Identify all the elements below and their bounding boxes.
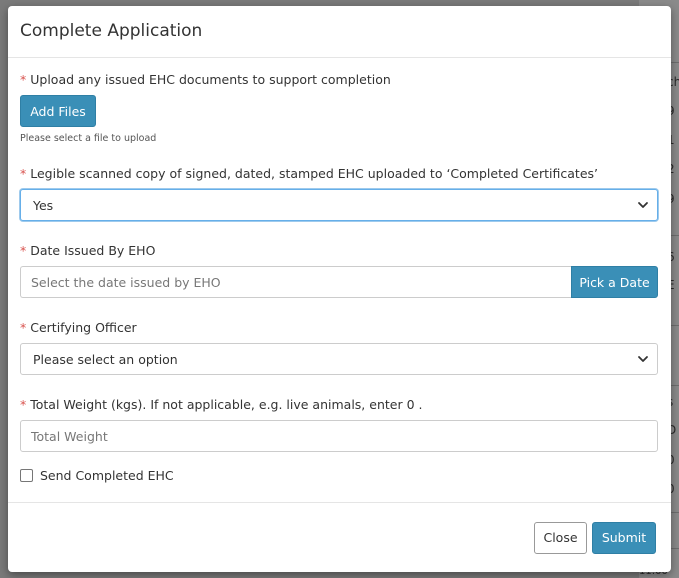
required-marker: * (20, 243, 27, 258)
upload-label-text: Upload any issued EHC documents to suppo… (30, 72, 391, 87)
upload-label: * Upload any issued EHC documents to supp… (20, 72, 659, 87)
date-issued-input-group: Select the date issued by EHO Pick a Dat… (20, 266, 658, 298)
scanned-copy-select[interactable]: Yes (20, 189, 658, 221)
submit-button[interactable]: Submit (592, 521, 656, 554)
date-issued-label-text: Date Issued By EHO (30, 243, 156, 258)
certifying-officer-label-text: Certifying Officer (30, 320, 137, 335)
required-marker: * (20, 320, 27, 335)
upload-help-text: Please select a file to upload (20, 133, 157, 144)
total-weight-group: * Total Weight (kgs). If not applicable, … (20, 397, 659, 452)
pick-a-date-button[interactable]: Pick a Date (571, 266, 658, 298)
date-issued-input[interactable]: Select the date issued by EHO (20, 266, 571, 298)
modal-body: * Upload any issued EHC documents to supp… (8, 58, 671, 483)
scanned-copy-label: * Legible scanned copy of signed, dated, … (20, 166, 659, 181)
upload-group: * Upload any issued EHC documents to supp… (20, 72, 659, 144)
certifying-officer-select[interactable]: Please select an option (20, 343, 658, 375)
send-completed-label[interactable]: Send Completed EHC (40, 468, 174, 483)
required-marker: * (20, 72, 27, 87)
close-button[interactable]: Close (534, 521, 587, 554)
send-completed-row: Send Completed EHC (20, 468, 659, 483)
scanned-copy-group: * Legible scanned copy of signed, dated, … (20, 166, 659, 221)
certifying-officer-label: * Certifying Officer (20, 320, 659, 335)
send-completed-checkbox[interactable] (20, 469, 33, 482)
scanned-copy-label-text: Legible scanned copy of signed, dated, s… (30, 166, 598, 181)
modal-title: Complete Application (20, 21, 203, 41)
date-issued-label: * Date Issued By EHO (20, 243, 659, 258)
complete-application-modal: Complete Application * Upload any issued … (8, 6, 671, 572)
total-weight-label-text: Total Weight (kgs). If not applicable, e… (30, 397, 423, 412)
certifying-officer-group: * Certifying Officer Please select an opt… (20, 320, 659, 375)
modal-footer: Close Submit (8, 502, 671, 572)
date-issued-group: * Date Issued By EHO Select the date issu… (20, 243, 659, 298)
scanned-copy-selected-value: Yes (33, 197, 54, 213)
required-marker: * (20, 397, 27, 412)
modal-header: Complete Application (8, 6, 671, 58)
add-files-button[interactable]: Add Files (20, 95, 96, 127)
total-weight-input[interactable]: Total Weight (20, 420, 658, 452)
total-weight-label: * Total Weight (kgs). If not applicable, … (20, 397, 659, 412)
chevron-down-icon (638, 356, 648, 362)
required-marker: * (20, 166, 27, 181)
chevron-down-icon (638, 202, 648, 208)
certifying-officer-selected-value: Please select an option (33, 351, 178, 367)
